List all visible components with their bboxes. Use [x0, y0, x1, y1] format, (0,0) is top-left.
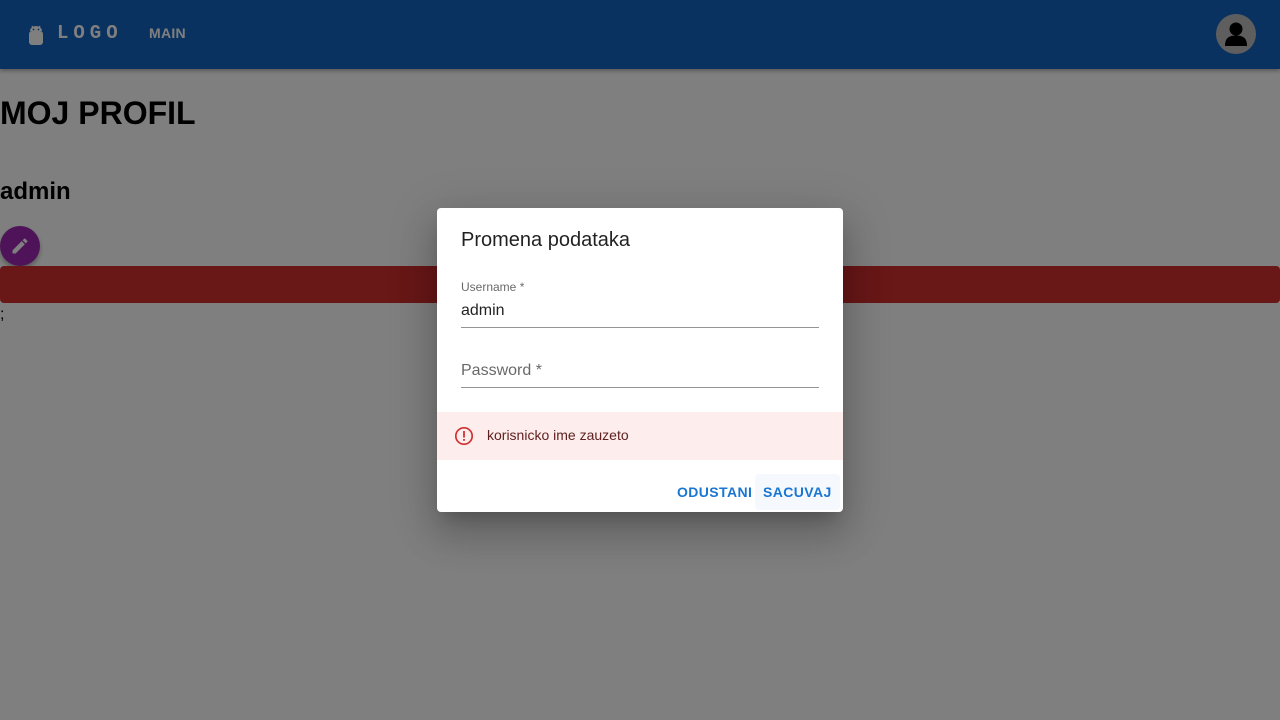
edit-profile-dialog: Promena podataka Username * Password * k… — [437, 208, 843, 512]
username-field[interactable]: Username * — [461, 278, 819, 328]
save-button[interactable]: SACUVAJ — [755, 474, 840, 510]
password-underline — [461, 387, 819, 388]
password-label: Password * — [461, 362, 542, 379]
username-underline — [461, 327, 819, 328]
dialog-actions: ODUSTANI SACUVAJ — [437, 468, 843, 512]
username-label: Username * — [461, 280, 525, 294]
app-root: LOGO MAIN MOJ PROFIL admin ; Promena pod… — [0, 0, 1280, 720]
password-field[interactable]: Password * — [461, 358, 819, 388]
alert-message: korisnicko ime zauzeto — [487, 427, 629, 443]
username-input[interactable] — [461, 302, 819, 320]
dialog-title: Promena podataka — [461, 229, 631, 251]
error-alert: korisnicko ime zauzeto — [437, 412, 843, 460]
cancel-button[interactable]: ODUSTANI — [669, 474, 760, 510]
error-outline-icon — [454, 426, 474, 446]
